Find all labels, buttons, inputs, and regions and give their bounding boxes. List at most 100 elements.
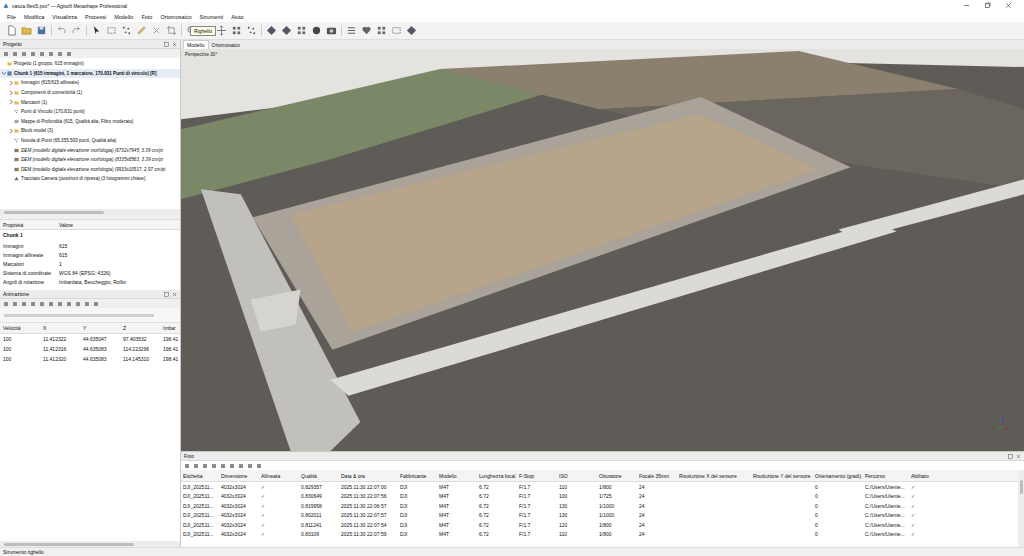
column-header[interactable]: Percorso	[863, 473, 909, 479]
remove-photo-icon[interactable]	[184, 463, 190, 469]
add-photos-icon[interactable]	[12, 51, 18, 57]
menu-item[interactable]: File	[3, 14, 20, 20]
remove-icon[interactable]	[21, 51, 27, 57]
tree-item[interactable]: DEM (modello digitale elevazione morfolo…	[0, 155, 180, 165]
column-header[interactable]: Qualità	[299, 473, 339, 479]
table-row[interactable]: DJI_202511...4032x3024✓0.831092025:11:30…	[181, 530, 1018, 540]
column-header[interactable]: Risoluzione Y del sensore	[751, 473, 813, 479]
ruler-icon[interactable]	[136, 25, 147, 36]
table-row[interactable]: DJI_202511...4032x3024✓0.8199582025:11:3…	[181, 501, 1018, 511]
float-panel-icon[interactable]	[164, 42, 169, 47]
model-solid-icon[interactable]	[266, 25, 277, 36]
close-panel-icon[interactable]	[1016, 454, 1021, 459]
show-all-icon[interactable]	[376, 25, 387, 36]
column-header[interactable]: Imbar	[160, 325, 180, 331]
column-header[interactable]: F-Stop	[517, 473, 557, 479]
menu-item[interactable]: Foto	[137, 14, 156, 20]
expand-arrow[interactable]	[8, 128, 14, 134]
expand-arrow[interactable]	[8, 80, 14, 86]
column-header[interactable]: Velocità	[0, 325, 40, 331]
scroll-thumb[interactable]	[4, 543, 134, 546]
tree-item[interactable]: Progetto (1 gruppo, 615 immagini)	[0, 59, 180, 69]
keyframe-row[interactable]: 10011.41231644.635083114.223296198.41	[0, 344, 180, 354]
shapes-icon[interactable]	[346, 25, 357, 36]
column-header[interactable]: Fabbricante	[398, 473, 437, 479]
column-header[interactable]: Valore	[56, 222, 180, 228]
up-icon[interactable]	[75, 301, 81, 307]
column-header[interactable]: Lunghezza focal	[477, 473, 517, 479]
rectangle-selection-icon[interactable]	[106, 25, 117, 36]
column-header[interactable]: Dimensione	[219, 473, 259, 479]
settings-icon[interactable]	[66, 51, 72, 57]
undo-icon[interactable]	[56, 25, 67, 36]
expand-arrow[interactable]	[8, 147, 14, 153]
play-icon[interactable]	[30, 301, 36, 307]
column-header[interactable]: Orientamento (gradi)	[813, 473, 863, 479]
menu-item[interactable]: Modifica	[20, 14, 48, 20]
camera-icon[interactable]	[326, 25, 337, 36]
column-header[interactable]: Allineata	[259, 473, 299, 479]
thumbnail-icon[interactable]	[238, 463, 244, 469]
list-icon[interactable]	[256, 463, 262, 469]
view-tab[interactable]: Modello	[183, 40, 209, 49]
column-header[interactable]: Risoluzione X del sensore	[677, 473, 751, 479]
expand-arrow[interactable]	[1, 61, 7, 67]
menu-item[interactable]: Ortomosaico	[156, 14, 195, 20]
zoom-icon[interactable]	[48, 51, 54, 57]
delete-icon[interactable]	[151, 25, 162, 36]
view-tab[interactable]: Ortomosaico	[209, 41, 243, 49]
restore-icon[interactable]	[984, 2, 991, 9]
images-icon[interactable]	[391, 25, 402, 36]
new-track-icon[interactable]	[3, 301, 9, 307]
float-panel-icon[interactable]	[1008, 454, 1013, 459]
rotate-left-icon[interactable]	[193, 463, 199, 469]
close-panel-icon[interactable]	[172, 42, 177, 47]
redo-icon[interactable]	[71, 25, 82, 36]
save-track-icon[interactable]	[21, 301, 27, 307]
table-row[interactable]: DJI_202511...4032x3024✓0.8020112025:11:3…	[181, 511, 1018, 521]
menu-item[interactable]: Visualizza	[48, 14, 81, 20]
large-icon[interactable]	[247, 463, 253, 469]
point-selection-icon[interactable]	[121, 25, 132, 36]
column-header[interactable]: Abilitato	[909, 473, 1018, 479]
tree-item[interactable]: Punti di Vincolo (170.831 punti)	[0, 107, 180, 117]
add-key-icon[interactable]	[57, 301, 63, 307]
filter-icon[interactable]	[220, 463, 226, 469]
float-panel-icon[interactable]	[164, 292, 169, 297]
details-view-icon[interactable]	[229, 463, 235, 469]
reset-icon[interactable]	[211, 463, 217, 469]
expand-arrow[interactable]	[8, 138, 14, 144]
rotate-right-icon[interactable]	[202, 463, 208, 469]
menu-item[interactable]: Processi	[81, 14, 110, 20]
filter-icon[interactable]	[39, 51, 45, 57]
horizontal-scrollbar[interactable]	[0, 209, 180, 215]
crop-icon[interactable]	[166, 25, 177, 36]
minimize-icon[interactable]	[963, 2, 970, 9]
expand-arrow[interactable]	[1, 70, 7, 76]
model-textured-icon[interactable]	[281, 25, 292, 36]
add-chunk-icon[interactable]	[3, 51, 9, 57]
region-icon[interactable]	[231, 25, 242, 36]
column-header[interactable]: Z	[120, 325, 160, 331]
open-track-icon[interactable]	[12, 301, 18, 307]
table-row[interactable]: DJI_202511...4032x3024✓0.8293572025:11:3…	[181, 482, 1018, 492]
tie-points-icon[interactable]	[246, 25, 257, 36]
tree-item[interactable]: Mappe di Profondità (615, Qualità alta, …	[0, 117, 180, 127]
tree-item[interactable]: Componenti di connettività (1)	[0, 88, 180, 98]
view-icon[interactable]	[406, 25, 417, 36]
column-header[interactable]: X	[40, 325, 80, 331]
tree-item[interactable]: Nuvola di Punti (65.355.500 punti, Quali…	[0, 136, 180, 146]
shading-icon[interactable]	[311, 25, 322, 36]
tree-item[interactable]: DEM (modello digitale elevazione morfolo…	[0, 145, 180, 155]
column-header[interactable]: Y	[80, 325, 120, 331]
move-icon[interactable]	[216, 25, 227, 36]
model-viewport[interactable]: Perspective 30°	[181, 49, 1024, 451]
record-icon[interactable]	[39, 301, 45, 307]
keyframe-row[interactable]: 10011.41232244.63504797.403532198.41	[0, 334, 180, 344]
timeline[interactable]	[0, 308, 180, 323]
menu-item[interactable]: Modello	[110, 14, 137, 20]
down-icon[interactable]	[84, 301, 90, 307]
table-row[interactable]: DJI_202511...4032x3024✓0.8306492025:11:3…	[181, 492, 1018, 502]
column-header[interactable]: Otturatore	[597, 473, 637, 479]
column-header[interactable]: ISO	[557, 473, 597, 479]
